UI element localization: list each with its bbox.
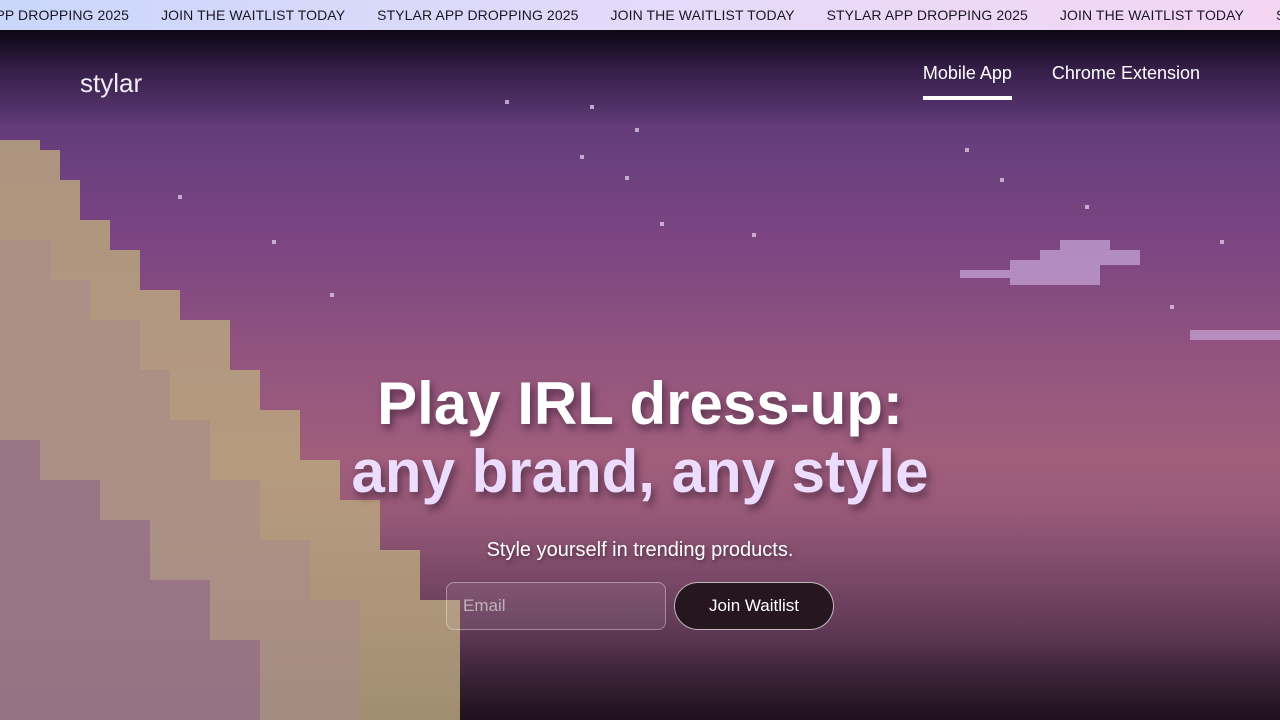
ticker-track: APP DROPPING 2025 JOIN THE WAITLIST TODA… [0,0,1280,30]
main-nav: Mobile App Chrome Extension [922,63,1200,100]
hero-section: stylar Mobile App Chrome Extension Play … [0,30,1280,720]
ticker-item: APP DROPPING 2025 [0,7,130,23]
star-icon [178,195,182,199]
pixel-cloud-right [960,240,1280,340]
ticker-item: JOIN THE WAITLIST TODAY [1059,7,1244,23]
star-icon [660,222,664,226]
star-icon [625,176,629,180]
star-icon [1170,305,1174,309]
star-icon [505,100,509,104]
nav-link-mobile-app[interactable]: Mobile App [922,63,1012,100]
star-icon [752,233,756,237]
star-icon [635,128,639,132]
hero-subtitle: Style yourself in trending products. [486,539,794,561]
star-icon [1220,240,1224,244]
star-icon [590,105,594,109]
star-icon [965,148,969,152]
waitlist-form: Join Waitlist [446,582,834,630]
ticker-item: JOIN THE WAITLIST TODAY [161,7,346,23]
headline-line-2: any brand, any style [351,438,929,505]
email-input[interactable] [446,582,666,630]
headline-line-1: Play IRL dress-up: [377,370,903,437]
star-icon [1000,178,1004,182]
join-waitlist-button[interactable]: Join Waitlist [674,582,834,630]
star-icon [580,155,584,159]
announcement-ticker: APP DROPPING 2025 JOIN THE WAITLIST TODA… [0,0,1280,30]
hero-headline: Play IRL dress-up: any brand, any style [0,370,1280,506]
ticker-item: STYLA [1260,7,1280,23]
ticker-item: STYLAR APP DROPPING 2025 [826,7,1028,23]
star-icon [1085,205,1089,209]
star-icon [272,240,276,244]
logo[interactable]: stylar [80,68,142,99]
ticker-item: STYLAR APP DROPPING 2025 [377,7,579,23]
star-icon [330,293,334,297]
nav-link-chrome-extension[interactable]: Chrome Extension [1052,63,1200,100]
ticker-item: JOIN THE WAITLIST TODAY [610,7,795,23]
